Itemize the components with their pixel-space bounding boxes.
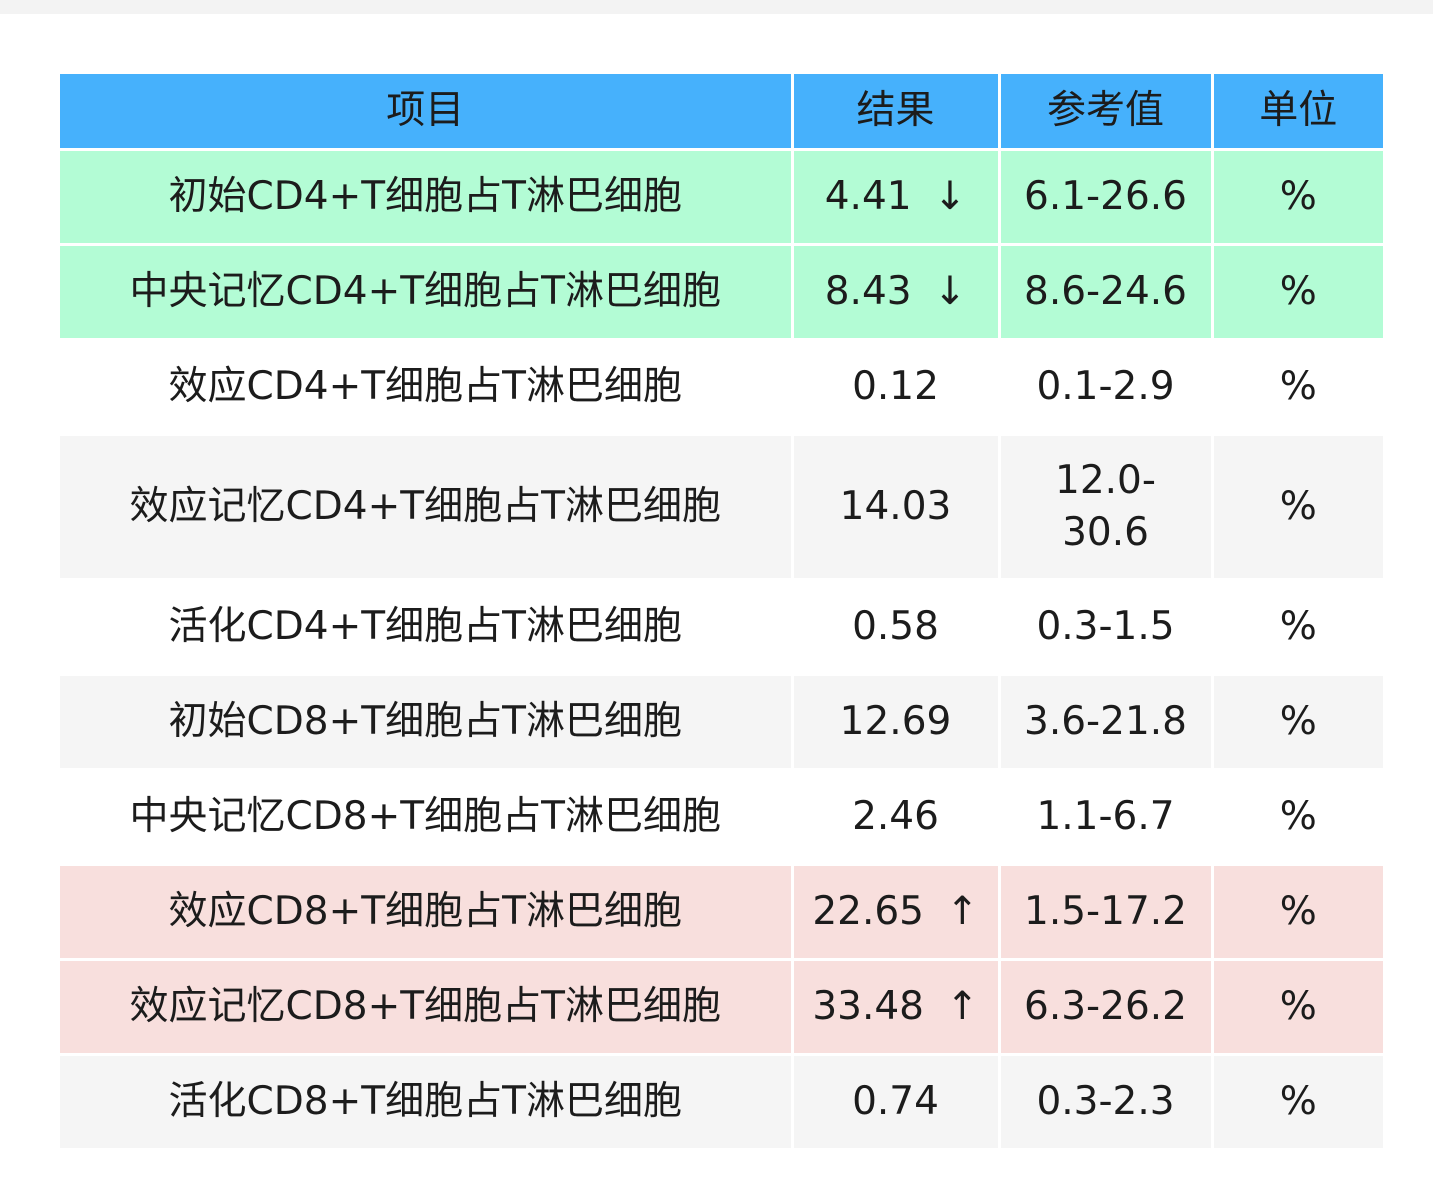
header-reference: 参考值 (997, 74, 1214, 151)
arrow-up-icon: ↑ (945, 984, 979, 1029)
cell-result: 0.58 (790, 578, 1001, 676)
top-strip (0, 0, 1433, 14)
result-value: 0.58 (852, 604, 939, 649)
cell-reference: 1.5-17.2 (997, 863, 1214, 961)
table-body: 初始CD4+T细胞占T淋巴细胞 4.41 ↓ 6.1-26.6% 中央记忆CD4+T细胞… (60, 148, 1383, 1151)
table-row: 活化CD8+T细胞占T淋巴细胞 0.74 0.3-2.3% (60, 1053, 1383, 1151)
table-row: 效应记忆CD4+T细胞占T淋巴细胞 14.03 12.0- 30.6% (60, 433, 1383, 581)
result-value: 4.41 (824, 174, 912, 219)
cell-result: 12.69 (790, 673, 1001, 771)
arrow-down-icon: ↓ (933, 174, 967, 219)
arrow-down-icon: ↓ (933, 269, 967, 314)
cell-item: 初始CD8+T细胞占T淋巴细胞 (60, 673, 794, 771)
cell-unit: % (1210, 863, 1383, 961)
cell-reference: 6.3-26.2 (997, 958, 1214, 1056)
cell-reference: 3.6-21.8 (997, 673, 1214, 771)
cell-reference: 8.6-24.6 (997, 243, 1214, 341)
table-row: 活化CD4+T细胞占T淋巴细胞 0.58 0.3-1.5% (60, 578, 1383, 676)
cell-result: 33.48 ↑ (790, 958, 1001, 1056)
result-value: 12.69 (839, 699, 952, 744)
cell-item: 活化CD8+T细胞占T淋巴细胞 (60, 1053, 794, 1151)
cell-result: 22.65 ↑ (790, 863, 1001, 961)
table-row: 效应CD4+T细胞占T淋巴细胞 0.12 0.1-2.9% (60, 338, 1383, 436)
table-row: 效应记忆CD8+T细胞占T淋巴细胞 33.48 ↑ 6.3-26.2% (60, 958, 1383, 1056)
table-header: 项目 结果 参考值 单位 (60, 74, 1383, 151)
cell-item: 效应记忆CD4+T细胞占T淋巴细胞 (60, 433, 794, 581)
result-value: 0.74 (852, 1079, 939, 1124)
cell-unit: % (1210, 338, 1383, 436)
cell-result: 4.41 ↓ (790, 148, 1001, 246)
cell-unit: % (1210, 1053, 1383, 1151)
cell-result: 8.43 ↓ (790, 243, 1001, 341)
lab-results-table: 项目 结果 参考值 单位 初始CD4+T细胞占T淋巴细胞 4.41 ↓ 6.1-26.… (60, 74, 1383, 1151)
result-value: 14.03 (839, 484, 952, 529)
table-row: 中央记忆CD4+T细胞占T淋巴细胞 8.43 ↓ 8.6-24.6% (60, 243, 1383, 341)
cell-reference: 0.3-1.5 (997, 578, 1214, 676)
cell-reference: 12.0- 30.6 (997, 433, 1214, 581)
cell-unit: % (1210, 148, 1383, 246)
cell-result: 0.74 (790, 1053, 1001, 1151)
result-value: 2.46 (852, 794, 939, 839)
arrow-up-icon: ↑ (945, 889, 979, 934)
cell-unit: % (1210, 578, 1383, 676)
header-result: 结果 (790, 74, 1001, 151)
result-value: 0.12 (852, 364, 939, 409)
cell-item: 初始CD4+T细胞占T淋巴细胞 (60, 148, 794, 246)
header-unit: 单位 (1210, 74, 1383, 151)
cell-item: 活化CD4+T细胞占T淋巴细胞 (60, 578, 794, 676)
table-row: 效应CD8+T细胞占T淋巴细胞 22.65 ↑ 1.5-17.2% (60, 863, 1383, 961)
table-row: 中央记忆CD8+T细胞占T淋巴细胞 2.46 1.1-6.7% (60, 768, 1383, 866)
result-value: 22.65 (812, 889, 924, 934)
cell-result: 0.12 (790, 338, 1001, 436)
cell-unit: % (1210, 243, 1383, 341)
result-value: 8.43 (824, 269, 912, 314)
cell-unit: % (1210, 958, 1383, 1056)
cell-item: 效应记忆CD8+T细胞占T淋巴细胞 (60, 958, 794, 1056)
cell-reference: 0.3-2.3 (997, 1053, 1214, 1151)
table-row: 初始CD4+T细胞占T淋巴细胞 4.41 ↓ 6.1-26.6% (60, 148, 1383, 246)
result-value: 33.48 (812, 984, 924, 1029)
cell-unit: % (1210, 433, 1383, 581)
cell-result: 2.46 (790, 768, 1001, 866)
cell-unit: % (1210, 768, 1383, 866)
cell-reference: 0.1-2.9 (997, 338, 1214, 436)
cell-item: 效应CD8+T细胞占T淋巴细胞 (60, 863, 794, 961)
table-row: 初始CD8+T细胞占T淋巴细胞 12.69 3.6-21.8% (60, 673, 1383, 771)
cell-reference: 6.1-26.6 (997, 148, 1214, 246)
cell-reference: 1.1-6.7 (997, 768, 1214, 866)
cell-result: 14.03 (790, 433, 1001, 581)
cell-item: 中央记忆CD8+T细胞占T淋巴细胞 (60, 768, 794, 866)
cell-item: 中央记忆CD4+T细胞占T淋巴细胞 (60, 243, 794, 341)
header-item: 项目 (60, 74, 794, 151)
cell-unit: % (1210, 673, 1383, 771)
cell-item: 效应CD4+T细胞占T淋巴细胞 (60, 338, 794, 436)
header-row: 项目 结果 参考值 单位 (60, 74, 1383, 151)
